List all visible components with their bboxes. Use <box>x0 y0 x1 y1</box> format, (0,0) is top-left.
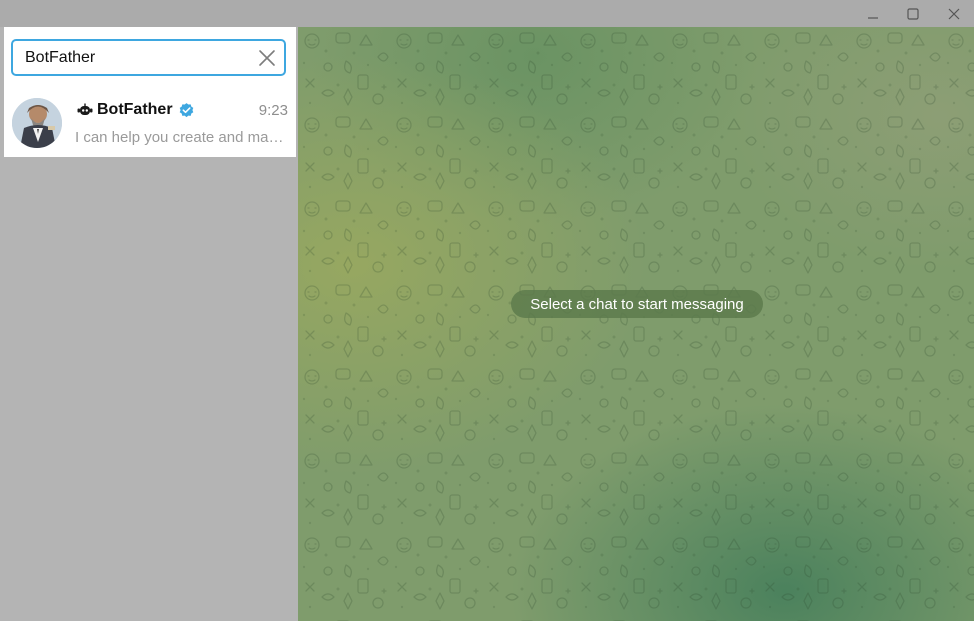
sidebar: BotFather 9:23 I can help you create and… <box>0 27 298 621</box>
avatar <box>12 98 62 148</box>
title-bar <box>0 0 974 27</box>
search-input[interactable] <box>25 41 245 74</box>
bot-icon <box>77 103 93 115</box>
chat-title: BotFather <box>77 101 195 119</box>
minimize-icon <box>868 16 878 19</box>
minimize-button[interactable] <box>853 0 893 27</box>
chat-name: BotFather <box>97 101 173 118</box>
search-box[interactable] <box>11 39 286 76</box>
empty-state-message: Select a chat to start messaging <box>530 295 744 313</box>
clear-search-button[interactable] <box>258 49 276 67</box>
close-icon <box>948 8 960 19</box>
chat-area: Select a chat to start messaging <box>298 27 974 621</box>
search-panel: BotFather 9:23 I can help you create and… <box>4 27 296 157</box>
search-result-item[interactable]: BotFather 9:23 I can help you create and… <box>4 93 296 155</box>
message-time: 9:23 <box>258 102 288 119</box>
close-icon <box>259 50 275 66</box>
wallpaper-pattern <box>298 27 974 621</box>
message-preview: I can help you create and manage Telegra… <box>75 129 290 146</box>
maximize-button[interactable] <box>893 0 933 27</box>
close-window-button[interactable] <box>934 0 974 27</box>
empty-state-pill: Select a chat to start messaging <box>511 290 763 318</box>
verified-badge-icon <box>179 102 193 117</box>
maximize-icon <box>907 7 919 20</box>
